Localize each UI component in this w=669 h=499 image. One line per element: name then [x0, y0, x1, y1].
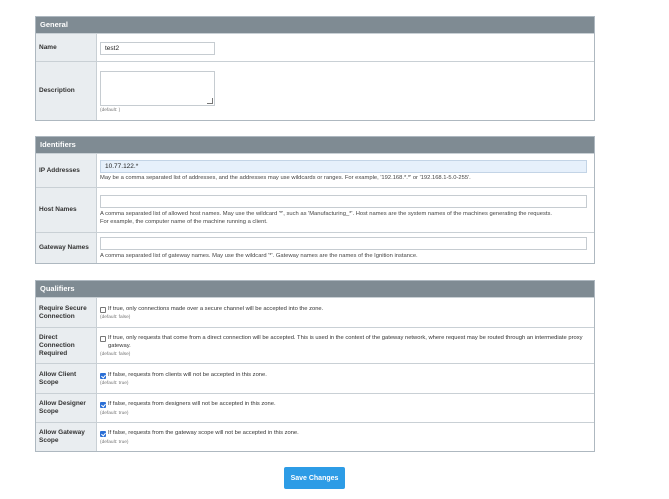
description-label: Description — [36, 62, 97, 120]
identifiers-panel: Identifiers IP Addresses 10.77.122.* May… — [35, 136, 595, 264]
gwscope-row: Allow Gateway Scope If false, requests f… — [36, 422, 594, 451]
description-textarea[interactable] — [100, 70, 215, 106]
gwscope-default: (default: true) — [100, 439, 129, 445]
save-changes-button[interactable]: Save Changes — [284, 467, 345, 489]
gwscope-label: Allow Gateway Scope — [36, 423, 97, 451]
ip-help: May be a comma separated list of address… — [100, 174, 471, 181]
direct-text: If true, only requests that come from a … — [108, 335, 583, 349]
qualifiers-header: Qualifiers — [36, 281, 594, 297]
general-panel: General Name test2 Description (default:… — [35, 16, 595, 121]
gwscope-text: If false, requests from the gateway scop… — [108, 430, 299, 437]
direct-label: Direct Connection Required — [36, 328, 97, 363]
identifiers-header: Identifiers — [36, 137, 594, 153]
gateway-input[interactable] — [100, 237, 587, 250]
gateway-help: A comma separated list of gateway names.… — [100, 252, 418, 259]
designer-row: Allow Designer Scope If false, requests … — [36, 393, 594, 422]
ip-label: IP Addresses — [36, 154, 97, 187]
name-input[interactable]: test2 — [100, 41, 215, 55]
general-header: General — [36, 17, 594, 33]
designer-text: If false, requests from designers will n… — [108, 401, 276, 408]
client-checkbox[interactable] — [100, 372, 106, 379]
host-help: A comma separated list of allowed host n… — [100, 211, 552, 225]
gateway-row: Gateway Names A comma separated list of … — [36, 232, 594, 263]
client-default: (default: true) — [100, 381, 129, 387]
direct-default: (default: false) — [100, 352, 131, 357]
ip-input[interactable]: 10.77.122.* — [100, 159, 587, 173]
description-default: (default: ) — [100, 107, 121, 113]
qualifiers-panel: Qualifiers Require Secure Connection If … — [35, 280, 595, 452]
description-row: Description (default: ) — [36, 61, 594, 120]
designer-checkbox[interactable] — [100, 402, 106, 409]
name-label: Name — [36, 34, 97, 61]
gwscope-checkbox[interactable] — [100, 431, 106, 438]
client-label: Allow Client Scope — [36, 364, 97, 393]
direct-checkbox[interactable] — [100, 336, 106, 342]
client-row: Allow Client Scope If false, requests fr… — [36, 363, 594, 393]
designer-label: Allow Designer Scope — [36, 394, 97, 422]
host-label: Host Names — [36, 188, 97, 232]
name-row: Name test2 — [36, 33, 594, 61]
secure-label: Require Secure Connection — [36, 298, 97, 327]
ip-row: IP Addresses 10.77.122.* May be a comma … — [36, 153, 594, 187]
direct-row: Direct Connection Required If true, only… — [36, 327, 594, 363]
host-row: Host Names A comma separated list of all… — [36, 187, 594, 232]
secure-row: Require Secure Connection If true, only … — [36, 297, 594, 327]
secure-default: (default: false) — [100, 315, 131, 321]
host-input[interactable] — [100, 195, 587, 208]
client-text: If false, requests from clients will not… — [108, 371, 267, 378]
secure-text: If true, only connections made over a se… — [108, 305, 324, 312]
gateway-label: Gateway Names — [36, 233, 97, 263]
secure-checkbox[interactable] — [100, 306, 106, 313]
designer-default: (default: true) — [100, 410, 129, 416]
